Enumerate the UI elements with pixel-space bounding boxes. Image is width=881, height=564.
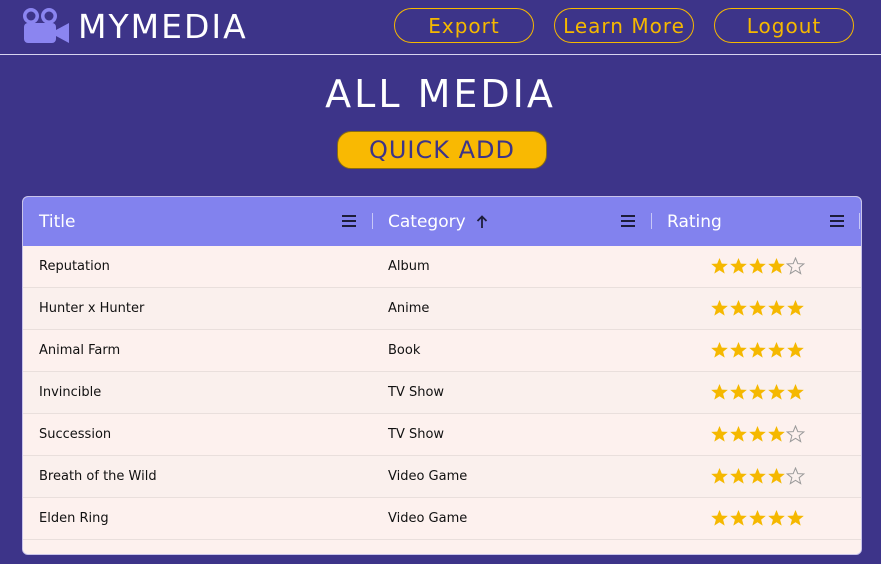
quick-add-button[interactable]: QUICK ADD xyxy=(337,131,547,169)
star-filled-icon[interactable] xyxy=(710,257,729,275)
cell-category[interactable]: Video Game xyxy=(388,456,467,497)
table-row[interactable]: Succession TV Show xyxy=(23,414,861,456)
column-header-category[interactable]: Category xyxy=(388,197,488,246)
column-label: Title xyxy=(39,211,76,232)
cell-title[interactable]: Hunter x Hunter xyxy=(39,288,144,329)
table-header: Title Category Rating xyxy=(23,197,861,246)
star-filled-icon[interactable] xyxy=(710,341,729,359)
cell-title[interactable]: Reputation xyxy=(39,246,110,287)
sort-ascending-icon[interactable] xyxy=(476,214,488,229)
star-filled-icon[interactable] xyxy=(767,383,786,401)
column-menu-icon[interactable] xyxy=(621,215,635,227)
star-filled-icon[interactable] xyxy=(786,299,805,317)
table-row[interactable]: Animal Farm Book xyxy=(23,330,861,372)
column-header-rating[interactable]: Rating xyxy=(667,197,722,246)
cell-title[interactable]: Succession xyxy=(39,414,111,455)
export-button[interactable]: Export xyxy=(394,8,534,43)
cell-rating[interactable] xyxy=(710,383,805,401)
column-label: Category xyxy=(388,211,466,232)
cell-title[interactable]: Animal Farm xyxy=(39,330,120,371)
column-resize-handle[interactable] xyxy=(651,213,652,229)
star-filled-icon[interactable] xyxy=(710,467,729,485)
table-body-filler xyxy=(23,540,861,554)
star-filled-icon[interactable] xyxy=(767,341,786,359)
cell-category[interactable]: Book xyxy=(388,330,420,371)
cell-category[interactable]: Album xyxy=(388,246,430,287)
table-row[interactable]: Elden Ring Video Game xyxy=(23,498,861,540)
star-filled-icon[interactable] xyxy=(748,299,767,317)
cell-rating[interactable] xyxy=(710,467,805,485)
table-row[interactable]: Hunter x Hunter Anime xyxy=(23,288,861,330)
table-row[interactable]: Reputation Album xyxy=(23,246,861,288)
star-empty-icon[interactable] xyxy=(786,257,805,275)
star-empty-icon[interactable] xyxy=(786,467,805,485)
star-filled-icon[interactable] xyxy=(729,341,748,359)
star-filled-icon[interactable] xyxy=(729,257,748,275)
cell-title[interactable]: Invincible xyxy=(39,372,101,413)
star-filled-icon[interactable] xyxy=(767,467,786,485)
cell-title[interactable]: Elden Ring xyxy=(39,498,109,539)
cell-category[interactable]: TV Show xyxy=(388,414,444,455)
cell-rating[interactable] xyxy=(710,425,805,443)
table-row[interactable]: Invincible TV Show xyxy=(23,372,861,414)
column-menu-icon[interactable] xyxy=(342,215,356,227)
column-resize-handle[interactable] xyxy=(859,213,860,229)
cell-title[interactable]: Breath of the Wild xyxy=(39,456,157,497)
star-filled-icon[interactable] xyxy=(786,341,805,359)
star-filled-icon[interactable] xyxy=(767,299,786,317)
star-filled-icon[interactable] xyxy=(786,383,805,401)
star-filled-icon[interactable] xyxy=(729,467,748,485)
star-filled-icon[interactable] xyxy=(748,509,767,527)
column-resize-handle[interactable] xyxy=(372,213,373,229)
cell-category[interactable]: TV Show xyxy=(388,372,444,413)
top-nav-bar: MYMEDIA Export Learn More Logout xyxy=(0,0,881,55)
star-empty-icon[interactable] xyxy=(786,425,805,443)
cell-rating[interactable] xyxy=(710,257,805,275)
media-table: Title Category Rating Reputation Album H… xyxy=(22,196,862,555)
brand-name[interactable]: MYMEDIA xyxy=(78,6,248,48)
star-filled-icon[interactable] xyxy=(748,257,767,275)
cell-category[interactable]: Video Game xyxy=(388,498,467,539)
star-filled-icon[interactable] xyxy=(729,299,748,317)
cell-rating[interactable] xyxy=(710,509,805,527)
star-filled-icon[interactable] xyxy=(729,509,748,527)
learn-more-button[interactable]: Learn More xyxy=(554,8,694,43)
cell-category[interactable]: Anime xyxy=(388,288,429,329)
cell-rating[interactable] xyxy=(710,299,805,317)
star-filled-icon[interactable] xyxy=(710,383,729,401)
star-filled-icon[interactable] xyxy=(748,467,767,485)
logout-button[interactable]: Logout xyxy=(714,8,854,43)
column-header-title[interactable]: Title xyxy=(39,197,75,246)
star-filled-icon[interactable] xyxy=(710,425,729,443)
star-filled-icon[interactable] xyxy=(710,509,729,527)
star-filled-icon[interactable] xyxy=(729,383,748,401)
cell-rating[interactable] xyxy=(710,341,805,359)
star-filled-icon[interactable] xyxy=(748,341,767,359)
star-filled-icon[interactable] xyxy=(786,509,805,527)
star-filled-icon[interactable] xyxy=(748,425,767,443)
star-filled-icon[interactable] xyxy=(710,299,729,317)
page-title: ALL MEDIA xyxy=(325,72,556,116)
star-filled-icon[interactable] xyxy=(748,383,767,401)
star-filled-icon[interactable] xyxy=(767,425,786,443)
column-label: Rating xyxy=(667,211,722,232)
star-filled-icon[interactable] xyxy=(767,257,786,275)
star-filled-icon[interactable] xyxy=(729,425,748,443)
column-menu-icon[interactable] xyxy=(830,215,844,227)
movie-camera-icon[interactable] xyxy=(21,6,71,46)
star-filled-icon[interactable] xyxy=(767,509,786,527)
table-row[interactable]: Breath of the Wild Video Game xyxy=(23,456,861,498)
